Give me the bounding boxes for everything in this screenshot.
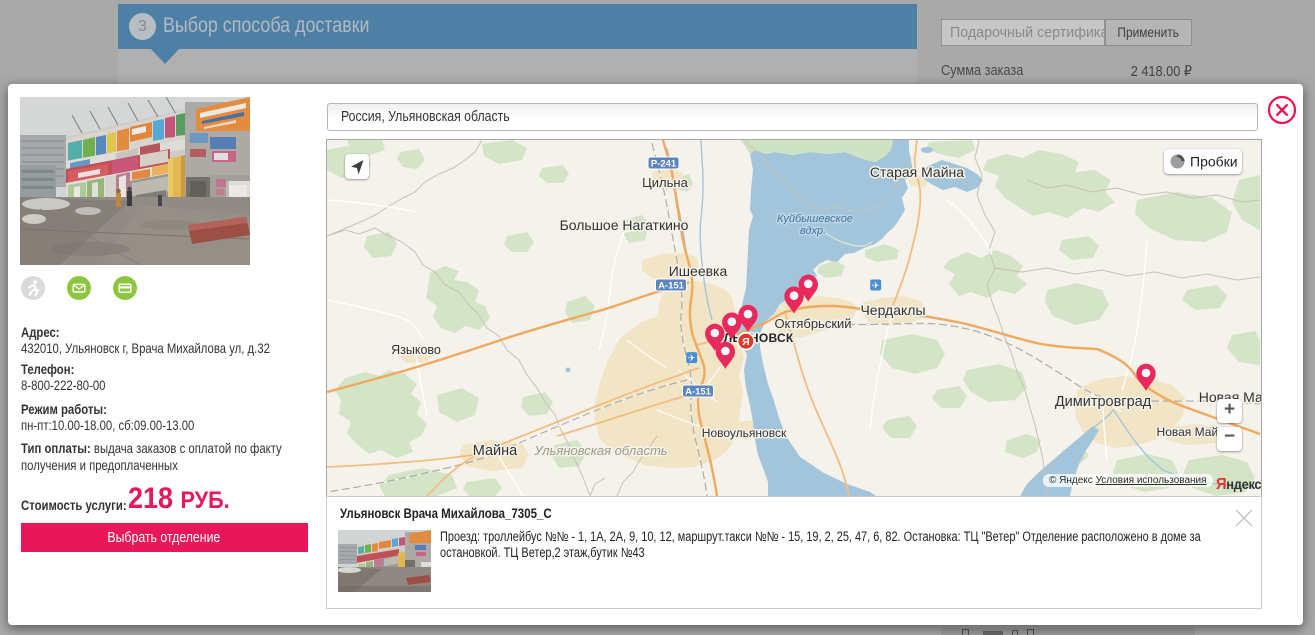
svg-text:Большое Нагаткино: Большое Нагаткино	[560, 217, 689, 233]
svg-text:Чердаклы: Чердаклы	[860, 302, 925, 318]
svg-text:Пробки: Пробки	[1190, 154, 1238, 170]
svg-text:Майна: Майна	[473, 443, 518, 459]
svg-text:А-151: А-151	[658, 281, 685, 292]
svg-text:Старая Майна: Старая Майна	[870, 164, 964, 180]
svg-text:Димитровград: Димитровград	[1055, 394, 1152, 410]
svg-text:Куйбышевское: Куйбышевское	[777, 213, 853, 225]
svg-text:Ульяновская область: Ульяновская область	[533, 443, 667, 458]
svg-text:Р-241: Р-241	[651, 159, 677, 170]
svg-text:Новоульяновск: Новоульяновск	[702, 426, 787, 440]
svg-text:Языково: Языково	[391, 343, 441, 357]
svg-text:Октябрьский: Октябрьский	[774, 316, 851, 331]
svg-text:✈: ✈	[688, 353, 696, 363]
svg-text:Ишеевка: Ишеевка	[669, 263, 728, 279]
svg-text:вдхр.: вдхр.	[800, 225, 826, 237]
svg-text:Я: Я	[742, 336, 750, 348]
svg-text:✈: ✈	[872, 281, 880, 291]
svg-text:А-151: А-151	[685, 387, 712, 398]
svg-text:Цильна: Цильна	[642, 175, 688, 190]
